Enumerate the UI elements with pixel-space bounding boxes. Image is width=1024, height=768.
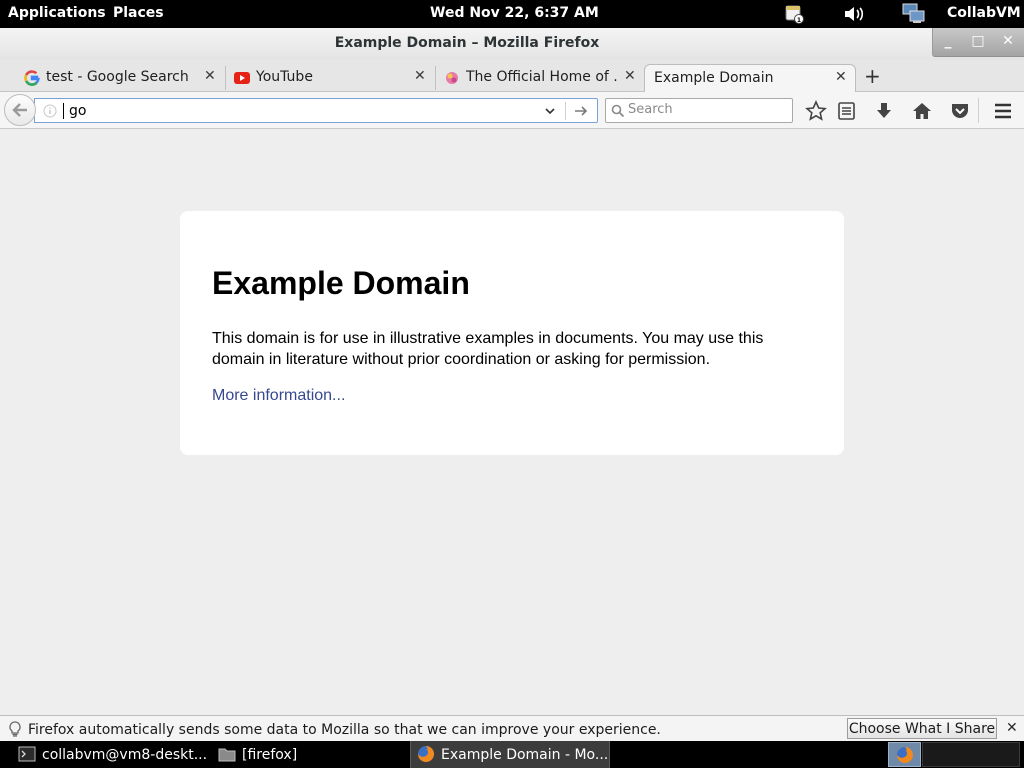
- minimize-button[interactable]: _: [933, 28, 963, 56]
- workspace-1[interactable]: [888, 742, 921, 767]
- more-information-link[interactable]: More information...: [212, 387, 345, 405]
- taskbar-item-terminal[interactable]: collabvm@vm8-deskt...: [12, 741, 212, 768]
- search-box[interactable]: [605, 98, 793, 123]
- back-button[interactable]: [4, 94, 36, 126]
- choose-what-i-share-button[interactable]: Choose What I Share: [847, 718, 997, 739]
- close-icon: ✕: [1002, 33, 1014, 49]
- notification-tray-icon[interactable]: 1: [783, 3, 805, 29]
- data-notification-bar: Firefox automatically sends some data to…: [0, 715, 1024, 741]
- folder-icon: [218, 748, 236, 762]
- google-icon: [24, 70, 40, 86]
- terminal-icon: [18, 746, 36, 762]
- firefox-icon: [897, 747, 913, 763]
- tab-example-domain[interactable]: Example Domain ✕: [644, 64, 856, 92]
- close-button[interactable]: ✕: [993, 28, 1023, 56]
- firefox-icon: [418, 746, 434, 762]
- url-divider: [565, 102, 566, 120]
- search-icon: [611, 104, 625, 118]
- page-content: Example Domain This domain is for use in…: [0, 129, 1024, 715]
- pocket-icon[interactable]: [949, 100, 971, 122]
- tab-close-icon[interactable]: ✕: [414, 68, 426, 84]
- navigation-toolbar: go: [0, 92, 1024, 129]
- bookmark-star-icon[interactable]: [805, 100, 827, 122]
- tab-label: YouTube: [256, 69, 313, 85]
- user-menu[interactable]: CollabVM: [947, 5, 1021, 21]
- taskbar-item-label: collabvm@vm8-deskt...: [42, 747, 208, 763]
- maximize-button[interactable]: □: [963, 28, 993, 56]
- youtube-icon: [234, 72, 250, 84]
- tab-label: test - Google Search: [46, 69, 189, 85]
- top-panel: Applications Places Wed Nov 22, 6:37 AM …: [0, 0, 1024, 28]
- tab-official-home[interactable]: The Official Home of ... ✕: [438, 64, 644, 92]
- new-tab-button[interactable]: +: [864, 64, 881, 88]
- volume-icon[interactable]: [842, 3, 866, 29]
- window-controls: _ □ ✕: [932, 28, 1024, 57]
- taskbar-item-example-domain[interactable]: Example Domain - Mo...: [410, 741, 610, 768]
- taskbar-item-label: Example Domain - Mo...: [441, 747, 609, 763]
- toolbar-divider: [978, 98, 979, 123]
- search-input[interactable]: [628, 102, 788, 117]
- tab-separator: [225, 66, 226, 90]
- window-title: Example Domain – Mozilla Firefox: [334, 35, 600, 51]
- download-icon[interactable]: [873, 100, 895, 122]
- window-title-bar[interactable]: Example Domain – Mozilla Firefox: [0, 28, 1024, 60]
- taskbar-item-firefox-folder[interactable]: [firefox]: [212, 741, 408, 768]
- notification-close-icon[interactable]: ✕: [1006, 720, 1018, 736]
- clock[interactable]: Wed Nov 22, 6:37 AM: [430, 5, 599, 21]
- notification-text: Firefox automatically sends some data to…: [28, 722, 661, 738]
- lightbulb-icon: [9, 721, 21, 737]
- hamburger-menu-icon[interactable]: [992, 100, 1014, 122]
- tab-close-icon[interactable]: ✕: [204, 68, 216, 84]
- workspace-2[interactable]: [922, 742, 1020, 767]
- tab-google-search[interactable]: test - Google Search ✕: [18, 64, 224, 92]
- content-card: Example Domain This domain is for use in…: [180, 211, 844, 455]
- text-cursor: [63, 103, 64, 119]
- home-icon[interactable]: [911, 100, 933, 122]
- chevron-down-icon[interactable]: [544, 105, 556, 117]
- maximize-icon: □: [971, 33, 985, 49]
- url-bar[interactable]: go: [34, 98, 598, 123]
- minimize-icon: _: [944, 33, 952, 49]
- places-menu[interactable]: Places: [113, 5, 164, 21]
- taskbar-item-label: [firefox]: [242, 747, 298, 763]
- tab-label: The Official Home of ...: [466, 69, 618, 85]
- page-icon: [446, 72, 458, 84]
- network-icon[interactable]: [902, 3, 926, 29]
- url-input-text[interactable]: go: [69, 103, 86, 119]
- bottom-taskbar: collabvm@vm8-deskt... [firefox] Example …: [0, 741, 1024, 768]
- bookmarks-list-icon[interactable]: [836, 100, 858, 122]
- back-arrow-icon: [12, 103, 27, 117]
- tab-youtube[interactable]: YouTube ✕: [228, 64, 434, 92]
- tab-strip: test - Google Search ✕ YouTube ✕ The Off…: [0, 60, 1024, 92]
- tab-close-icon[interactable]: ✕: [624, 68, 636, 84]
- page-paragraph: This domain is for use in illustrative e…: [212, 330, 764, 368]
- page-heading: Example Domain: [212, 265, 470, 301]
- tab-close-icon[interactable]: ✕: [835, 69, 847, 85]
- tab-label: Example Domain: [654, 70, 774, 86]
- applications-menu[interactable]: Applications: [8, 5, 106, 21]
- info-icon[interactable]: [43, 104, 57, 118]
- svg-text:1: 1: [797, 17, 801, 24]
- go-arrow-icon[interactable]: [573, 104, 589, 118]
- tab-separator: [435, 66, 436, 90]
